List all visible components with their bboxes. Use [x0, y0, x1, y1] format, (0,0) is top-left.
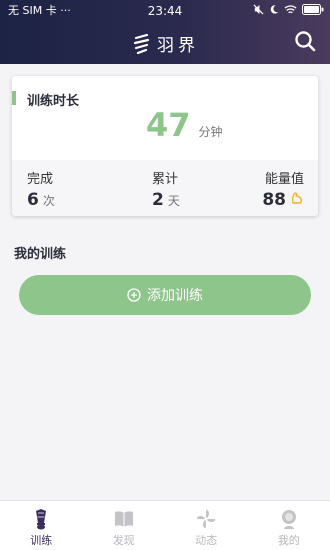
mute-icon: [253, 4, 264, 15]
stat-completed: 完成 6 次: [27, 168, 55, 210]
app-logo: 羽界: [133, 31, 199, 56]
stat-accumulated: 累计 2 天: [152, 168, 180, 210]
tab-profile[interactable]: 我的: [248, 501, 330, 550]
shuttlecock-icon: [36, 509, 47, 530]
add-training-button[interactable]: 添加训练: [19, 275, 311, 315]
battery-icon: [302, 4, 324, 15]
search-icon: [295, 31, 316, 52]
add-training-label: 添加训练: [147, 288, 203, 304]
moon-icon: [270, 5, 279, 14]
stat-label: 累计: [152, 172, 179, 187]
tab-training[interactable]: 训练: [0, 501, 83, 550]
stat-value: 88: [262, 190, 286, 210]
muscle-icon: [291, 192, 303, 204]
my-training-heading: 我的训练: [14, 247, 67, 262]
stat-label: 能量值: [264, 172, 304, 187]
tab-bar: 训练 发现 动态 我的: [0, 500, 330, 550]
stat-value: 6: [27, 190, 39, 210]
tab-label: 发现: [112, 534, 135, 547]
duration-unit: 分钟: [198, 125, 223, 139]
duration-display: 47 分钟: [146, 106, 223, 144]
app-name: 羽界: [157, 36, 199, 56]
tab-label: 动态: [195, 534, 218, 547]
pinwheel-icon: [197, 510, 216, 528]
plus-circle-icon: [127, 288, 141, 302]
tab-activity[interactable]: 动态: [165, 501, 248, 550]
stat-value: 2: [152, 190, 164, 210]
training-summary-card[interactable]: 训练时长 47 分钟 完成 6 次 累计 2 天 能量值 88: [12, 76, 318, 216]
stat-energy: 能量值 88: [262, 168, 304, 210]
header: 无 SIM 卡 ··· 23:44 羽界: [0, 0, 330, 64]
stat-label: 完成: [27, 172, 54, 187]
tab-discover[interactable]: 发现: [83, 501, 166, 550]
profile-icon: [281, 510, 296, 529]
title-accent-bar: [12, 91, 16, 105]
wifi-icon: [284, 5, 297, 14]
tab-label: 我的: [277, 534, 300, 547]
feather-logo-icon: [133, 33, 150, 54]
stat-unit: 天: [167, 194, 180, 208]
card-title: 训练时长: [27, 94, 80, 109]
tab-label: 训练: [30, 534, 53, 547]
book-icon: [114, 511, 133, 527]
status-bar: 无 SIM 卡 ··· 23:44: [0, 0, 330, 22]
search-button[interactable]: [294, 30, 318, 54]
duration-value: 47: [146, 106, 191, 144]
stat-unit: 次: [42, 194, 55, 208]
status-icons: [253, 4, 324, 15]
training-duration-section: 训练时长 47 分钟: [12, 76, 318, 158]
nav-bar: 羽界: [0, 22, 330, 64]
stats-row: 完成 6 次 累计 2 天 能量值 88: [12, 160, 318, 216]
